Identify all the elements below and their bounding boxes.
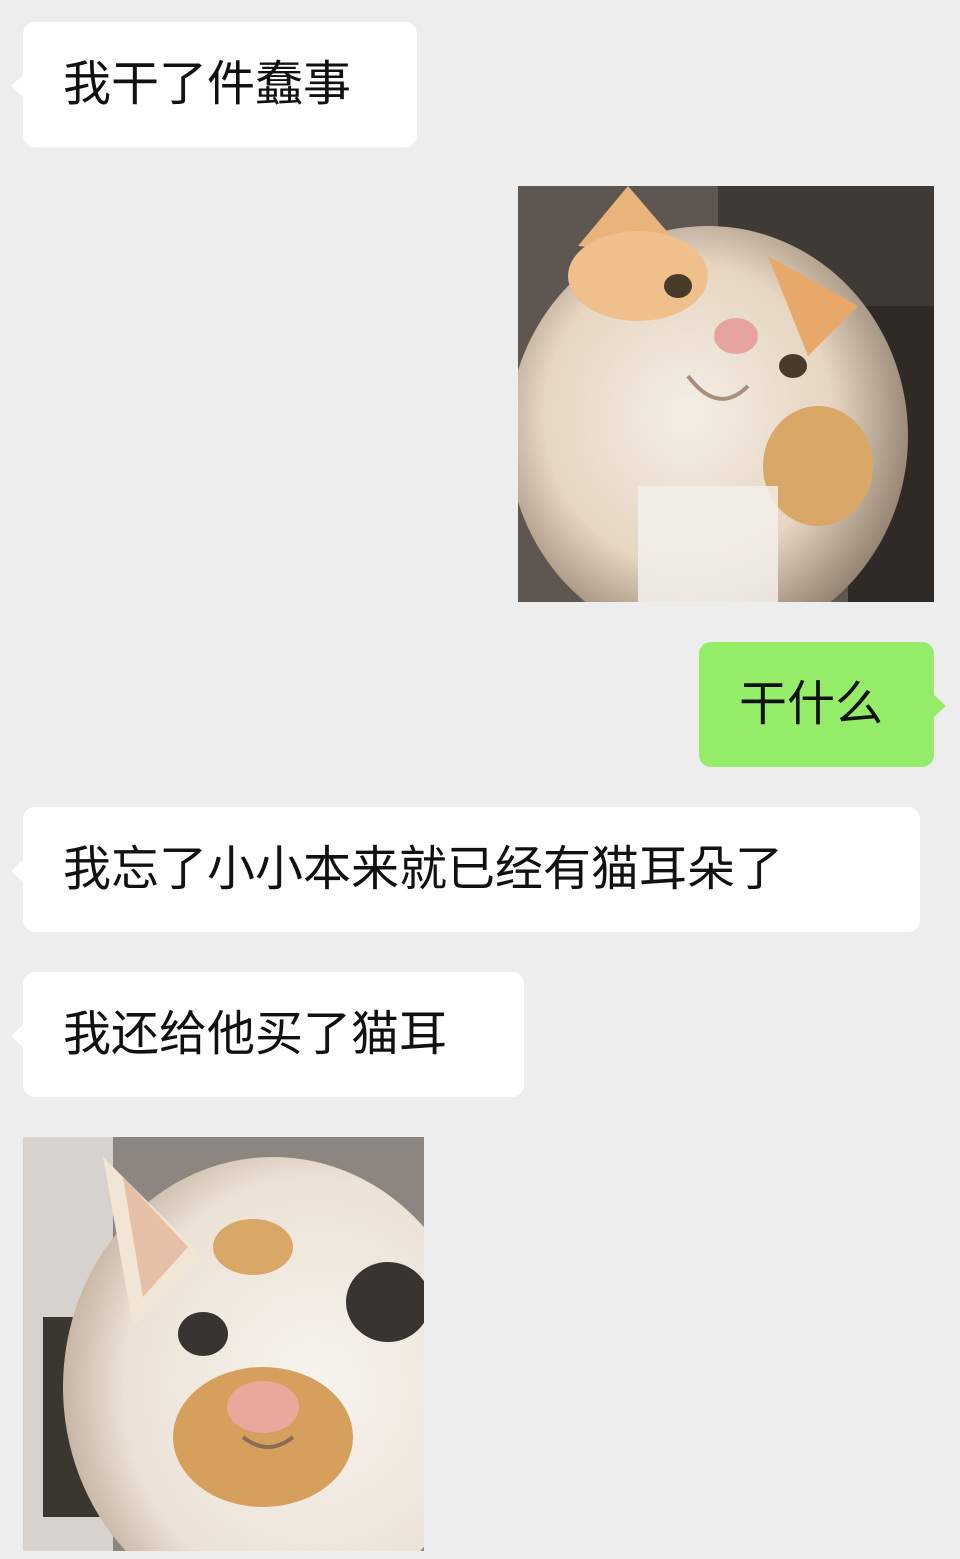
chat-message-list: 我干了件蠢事 干什么 我忘了小小本来就已经有猫耳朵了 我还给他买了猫耳 — [0, 0, 960, 1559]
message-text: 我还给他买了猫耳 — [63, 1006, 448, 1062]
cat-looking-up-image — [518, 186, 934, 602]
message-text: 我忘了小小本来就已经有猫耳朵了 — [63, 841, 784, 897]
message-text: 干什么 — [739, 676, 884, 732]
outgoing-message-bubble[interactable]: 干什么 — [699, 642, 946, 767]
cat-closeup-image — [23, 1137, 424, 1551]
incoming-message-bubble[interactable]: 我干了件蠢事 — [11, 22, 417, 147]
message-text: 我干了件蠢事 — [63, 56, 352, 112]
incoming-message-bubble[interactable]: 我还给他买了猫耳 — [11, 972, 524, 1097]
incoming-image-message[interactable] — [23, 1137, 424, 1551]
incoming-message-bubble[interactable]: 我忘了小小本来就已经有猫耳朵了 — [11, 807, 920, 932]
outgoing-image-message[interactable] — [518, 186, 934, 602]
